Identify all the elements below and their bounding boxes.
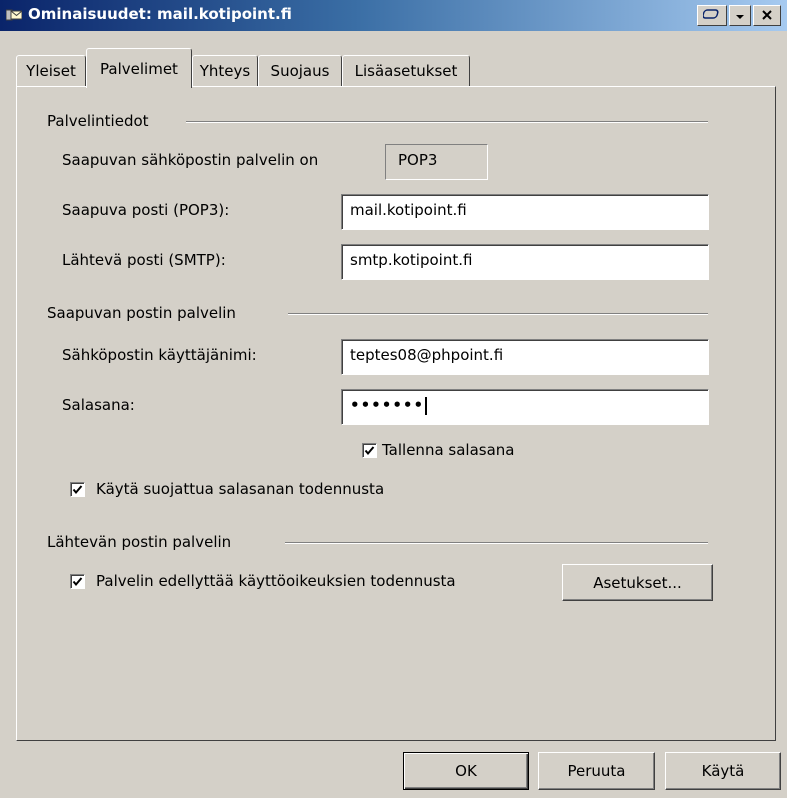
tab-general[interactable]: Yleiset: [16, 55, 86, 86]
remember-password-label[interactable]: Tallenna salasana: [382, 441, 514, 459]
tab-advanced[interactable]: Lisäasetukset: [342, 55, 470, 86]
window-title: Ominaisuudet: mail.kotipoint.fi: [28, 5, 292, 23]
spa-checkbox[interactable]: [70, 482, 85, 497]
smtp-auth-checkbox[interactable]: [70, 574, 85, 589]
outgoing-mail-input[interactable]: smtp.kotipoint.fi: [341, 244, 709, 280]
checkmark-icon: [72, 485, 83, 495]
apply-button[interactable]: Käytä: [665, 752, 781, 790]
incoming-mail-label: Saapuva posti (POP3):: [62, 201, 230, 219]
incoming-server-heading: Saapuvan postin palvelin: [47, 304, 236, 322]
close-button[interactable]: [753, 5, 781, 26]
incoming-mail-input[interactable]: mail.kotipoint.fi: [341, 194, 709, 230]
password-input[interactable]: •••••••: [341, 389, 709, 425]
separator: [186, 121, 708, 123]
checkmark-icon: [72, 577, 83, 587]
chevron-down-icon: [736, 9, 744, 23]
outgoing-server-heading: Lähtevän postin palvelin: [47, 533, 232, 551]
incoming-server-type-value: POP3: [385, 144, 488, 180]
settings-button[interactable]: Asetukset...: [562, 564, 713, 601]
username-label: Sähköpostin käyttäjänimi:: [62, 346, 257, 364]
server-info-heading: Palvelintiedot: [47, 112, 149, 130]
close-icon: [762, 9, 772, 23]
title-bar: Ominaisuudet: mail.kotipoint.fi: [0, 0, 787, 31]
separator: [285, 542, 708, 544]
mail-account-icon: [5, 7, 23, 22]
tab-servers[interactable]: Palvelimet: [86, 48, 192, 88]
checkmark-icon: [364, 446, 375, 456]
smtp-auth-label[interactable]: Palvelin edellyttää käyttöoikeuksien tod…: [96, 572, 456, 590]
cancel-button[interactable]: Peruuta: [538, 752, 655, 790]
text-cursor: [425, 396, 428, 415]
remember-password-checkbox[interactable]: [362, 443, 377, 458]
separator: [288, 313, 708, 315]
tab-connection[interactable]: Yhteys: [192, 55, 258, 86]
spa-label[interactable]: Käytä suojattua salasanan todennusta: [96, 480, 384, 498]
username-input[interactable]: teptes08@phpoint.fi: [341, 339, 709, 375]
help-button[interactable]: [697, 5, 727, 26]
incoming-server-type-label: Saapuvan sähköpostin palvelin on: [62, 151, 319, 169]
help-icon: [702, 8, 721, 23]
dropdown-button[interactable]: [729, 5, 751, 26]
outgoing-mail-label: Lähtevä posti (SMTP):: [62, 251, 226, 269]
tab-security[interactable]: Suojaus: [258, 55, 342, 86]
password-label: Salasana:: [62, 396, 135, 414]
ok-button[interactable]: OK: [403, 752, 529, 790]
